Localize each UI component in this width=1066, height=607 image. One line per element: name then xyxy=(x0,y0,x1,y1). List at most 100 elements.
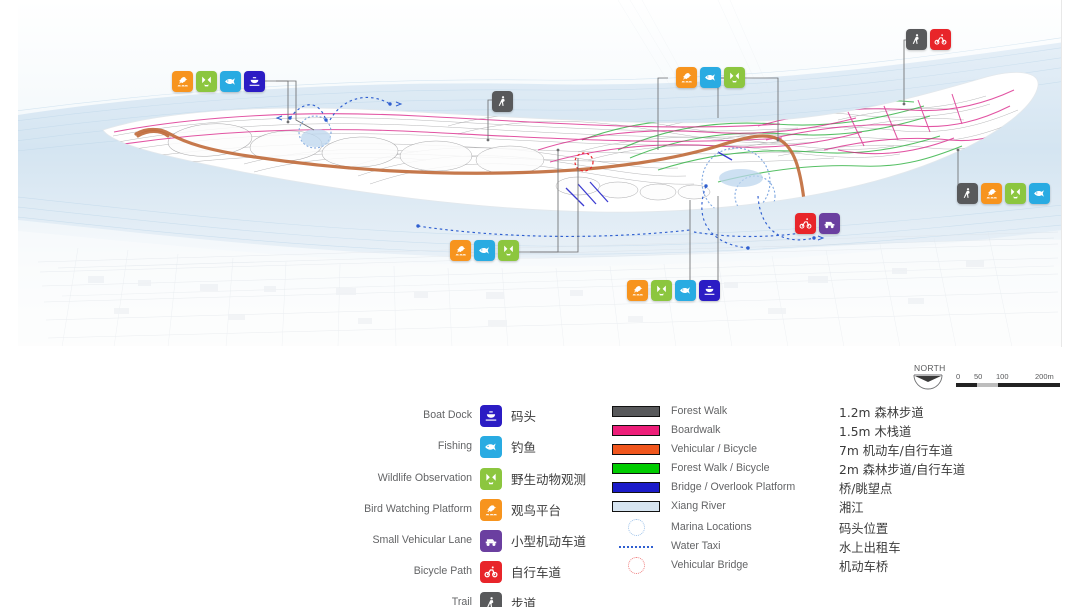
legend-label-cn: 桥/眺望点 xyxy=(839,481,893,496)
trail-type-label-en: Fishing xyxy=(437,440,472,453)
bird-watching-icon[interactable] xyxy=(627,280,648,301)
cluster-southeast-vehicle[interactable] xyxy=(795,213,840,234)
legend-swatch-forest-walk xyxy=(612,406,660,417)
trail-type-row[interactable]: Boat Dock 码头 xyxy=(300,402,600,429)
map-canvas[interactable] xyxy=(18,0,1062,347)
bird-watching-icon[interactable] xyxy=(480,498,502,521)
legend-label-cn: 1.5m 木栈道 xyxy=(839,424,912,439)
legend-swatch-bridge-overlook xyxy=(612,482,660,493)
scale-tick: 200m xyxy=(1035,372,1054,381)
trail-map-page: Trail Types 步道类型 Legend 图例 Boat Dock 码头 … xyxy=(0,0,1066,607)
legend-swatch-xiang-river xyxy=(612,501,660,512)
legend-label-en: Vehicular / Bicycle xyxy=(671,443,757,456)
legend-label-cn: 7m 机动车/自行车道 xyxy=(839,443,953,458)
bird-watching-icon[interactable] xyxy=(172,71,193,92)
legend-label-en: Marina Locations xyxy=(671,521,752,534)
trail-type-label-cn: 观鸟平台 xyxy=(511,503,562,518)
fishing-icon[interactable] xyxy=(474,240,495,261)
trail-type-row[interactable]: Wildlife Observation 野生动物观测 xyxy=(300,465,600,492)
wildlife-observation-icon[interactable] xyxy=(480,467,502,490)
boat-dock-icon[interactable] xyxy=(480,404,502,427)
cluster-east[interactable] xyxy=(957,183,1050,204)
trail-type-row[interactable]: Bicycle Path 自行车道 xyxy=(300,558,600,585)
legend-row[interactable]: Marina Locations 码头位置 xyxy=(612,518,1052,537)
legend-swatch-vehicular-bridge xyxy=(612,557,660,575)
trail-type-row[interactable]: Small Vehicular Lane 小型机动车道 xyxy=(300,527,600,554)
trail-type-row[interactable]: Bird Watching Platform 观鸟平台 xyxy=(300,496,600,523)
legend-label-cn: 码头位置 xyxy=(839,521,889,536)
legend-row[interactable]: Water Taxi 水上出租车 xyxy=(612,537,1052,556)
cluster-north-center[interactable] xyxy=(676,67,745,88)
bicycle-path-icon[interactable] xyxy=(930,29,951,50)
trail-type-label-cn: 码头 xyxy=(511,409,537,424)
trail-type-label-cn: 钓鱼 xyxy=(511,440,537,455)
wildlife-observation-icon[interactable] xyxy=(1005,183,1026,204)
scale-tick: 100 xyxy=(996,372,1009,381)
legend-row[interactable]: Bridge / Overlook Platform 桥/眺望点 xyxy=(612,478,1052,497)
small-vehicular-lane-icon[interactable] xyxy=(819,213,840,234)
legend-area: Trail Types 步道类型 Legend 图例 Boat Dock 码头 … xyxy=(0,347,1066,607)
scale-bar xyxy=(956,383,1060,387)
legend-label-en: Forest Walk / Bicycle xyxy=(671,462,770,475)
wildlife-observation-icon[interactable] xyxy=(651,280,672,301)
cluster-west-trail[interactable] xyxy=(492,91,513,112)
legend-row[interactable]: Vehicular / Bicycle 7m 机动车/自行车道 xyxy=(612,440,1052,459)
legend-row[interactable]: Boardwalk 1.5m 木栈道 xyxy=(612,421,1052,440)
legend-label-en: Forest Walk xyxy=(671,405,728,418)
trail-icon[interactable] xyxy=(480,591,502,607)
compass-icon xyxy=(913,374,943,390)
legend-label-en: Water Taxi xyxy=(671,540,721,553)
legend-swatch-marina xyxy=(612,519,660,537)
legend-row[interactable]: Vehicular Bridge 机动车桥 xyxy=(612,556,1052,575)
legend-label-cn: 机动车桥 xyxy=(839,559,889,574)
trail-type-label-en: Trail xyxy=(451,596,472,607)
trail-type-label-en: Wildlife Observation xyxy=(377,472,472,485)
legend-label-cn: 2m 森林步道/自行车道 xyxy=(839,462,966,477)
boat-dock-icon[interactable] xyxy=(699,280,720,301)
trail-type-row[interactable]: Fishing 钓鱼 xyxy=(300,433,600,460)
trail-type-label-en: Boat Dock xyxy=(423,409,472,422)
legend-label-cn: 湘江 xyxy=(839,500,864,515)
scale-tick: 50 xyxy=(974,372,983,381)
trail-type-label-cn: 自行车道 xyxy=(511,565,562,580)
legend-row[interactable]: Forest Walk 1.2m 森林步道 xyxy=(612,402,1052,421)
fishing-icon[interactable] xyxy=(220,71,241,92)
cluster-northeast[interactable] xyxy=(906,29,951,50)
legend-label-cn: 水上出租车 xyxy=(839,540,901,555)
trail-type-row[interactable]: Trail 步道 xyxy=(300,589,600,607)
bicycle-path-icon[interactable] xyxy=(480,560,502,583)
trail-type-label-en: Small Vehicular Lane xyxy=(372,534,472,547)
boat-dock-icon[interactable] xyxy=(244,71,265,92)
cluster-northwest[interactable] xyxy=(172,71,265,92)
fishing-icon[interactable] xyxy=(480,435,502,458)
cluster-south-center[interactable] xyxy=(450,240,519,261)
cluster-south-bank[interactable] xyxy=(627,280,720,301)
fishing-icon[interactable] xyxy=(675,280,696,301)
trail-type-label-en: Bicycle Path xyxy=(413,565,472,578)
bird-watching-icon[interactable] xyxy=(450,240,471,261)
scale-and-compass: NORTH 0 50 100 200m xyxy=(912,363,1060,397)
trail-icon[interactable] xyxy=(492,91,513,112)
fishing-icon[interactable] xyxy=(1029,183,1050,204)
wildlife-observation-icon[interactable] xyxy=(196,71,217,92)
trail-icon[interactable] xyxy=(906,29,927,50)
legend-row[interactable]: Xiang River 湘江 xyxy=(612,497,1052,516)
fishing-icon[interactable] xyxy=(700,67,721,88)
legend-swatch-vehicular-bicycle xyxy=(612,444,660,455)
bicycle-path-icon[interactable] xyxy=(795,213,816,234)
legend-label-en: Boardwalk xyxy=(671,424,721,437)
trail-icon[interactable] xyxy=(957,183,978,204)
legend-label-cn: 1.2m 森林步道 xyxy=(839,405,924,420)
trail-type-label-cn: 小型机动车道 xyxy=(511,534,587,549)
bird-watching-icon[interactable] xyxy=(981,183,1002,204)
map-illustration xyxy=(18,0,1061,347)
small-vehicular-lane-icon[interactable] xyxy=(480,529,502,552)
wildlife-observation-icon[interactable] xyxy=(724,67,745,88)
bird-watching-icon[interactable] xyxy=(676,67,697,88)
legend-label-en: Vehicular Bridge xyxy=(671,559,749,572)
scale-tick: 0 xyxy=(956,372,961,381)
legend-swatch-boardwalk xyxy=(612,425,660,436)
wildlife-observation-icon[interactable] xyxy=(498,240,519,261)
trail-type-label-en: Bird Watching Platform xyxy=(364,503,472,516)
legend-row[interactable]: Forest Walk / Bicycle 2m 森林步道/自行车道 xyxy=(612,459,1052,478)
